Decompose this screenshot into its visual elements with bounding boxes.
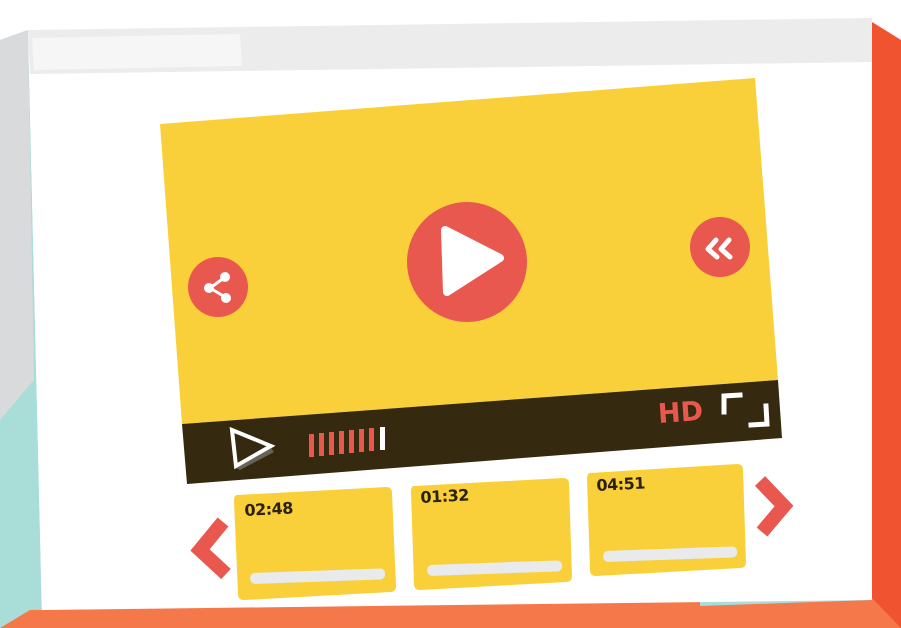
share-button[interactable] xyxy=(188,257,248,317)
thumbnail-duration-3: 04:51 xyxy=(596,473,646,495)
progress-handle[interactable] xyxy=(380,427,385,450)
quality-label[interactable]: HD xyxy=(657,396,704,430)
thumbnail-duration-2: 01:32 xyxy=(420,485,470,507)
browser-scene xyxy=(0,18,901,628)
thumbnail-duration-1: 02:48 xyxy=(244,498,294,520)
frame-left-gray xyxy=(0,30,34,420)
rewind-button[interactable] xyxy=(690,217,750,277)
play-button[interactable] xyxy=(407,202,527,322)
address-bar xyxy=(32,34,242,70)
frame-right-orange xyxy=(872,22,901,628)
